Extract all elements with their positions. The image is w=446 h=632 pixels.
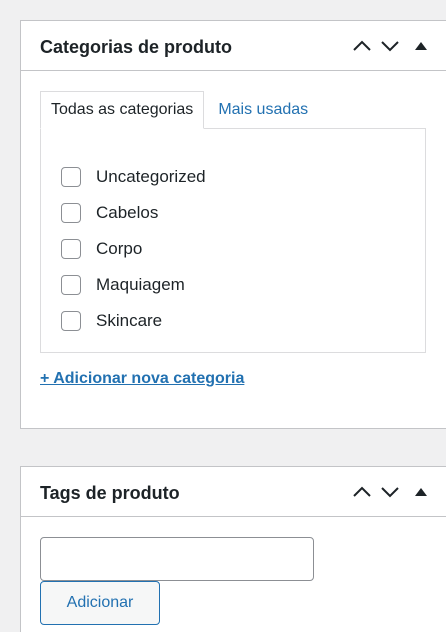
triangle-up-icon[interactable] [410, 481, 432, 503]
panel-header: Categorias de produto [21, 21, 446, 71]
category-checklist: Uncategorized Cabelos Corpo Maquiagem Sk… [40, 128, 426, 353]
category-checkbox[interactable] [61, 239, 81, 259]
add-new-category-link[interactable]: + Adicionar nova categoria [40, 370, 244, 388]
list-item: Corpo [61, 231, 206, 267]
product-categories-panel: Categorias de produto Todas as categoria… [20, 20, 446, 429]
category-label[interactable]: Corpo [96, 239, 142, 259]
panel-title: Tags de produto [40, 483, 180, 503]
list-item: Uncategorized [61, 159, 206, 195]
tag-input[interactable] [40, 537, 314, 581]
chevron-down-icon[interactable] [376, 481, 404, 503]
category-label[interactable]: Uncategorized [96, 167, 206, 187]
panel-controls [348, 35, 432, 57]
chevron-down-icon[interactable] [376, 35, 404, 57]
panel-controls [348, 481, 432, 503]
tab-most-used[interactable]: Mais usadas [204, 91, 318, 129]
product-tags-panel: Tags de produto Adicionar [20, 466, 446, 632]
category-tabs: Todas as categorias Mais usadas [40, 91, 318, 129]
chevron-up-icon[interactable] [348, 35, 376, 57]
chevron-up-icon[interactable] [348, 481, 376, 503]
category-checkbox[interactable] [61, 275, 81, 295]
category-checkbox[interactable] [61, 311, 81, 331]
category-list: Uncategorized Cabelos Corpo Maquiagem Sk… [61, 159, 206, 339]
panel-title: Categorias de produto [40, 37, 233, 57]
list-item: Maquiagem [61, 267, 206, 303]
add-tag-button[interactable]: Adicionar [40, 581, 160, 625]
category-label[interactable]: Skincare [96, 311, 162, 331]
list-item: Skincare [61, 303, 206, 339]
triangle-up-icon[interactable] [410, 35, 432, 57]
panel-header: Tags de produto [21, 467, 446, 517]
category-label[interactable]: Cabelos [96, 203, 158, 223]
tab-all-categories[interactable]: Todas as categorias [40, 91, 205, 129]
category-label[interactable]: Maquiagem [96, 275, 185, 295]
category-checkbox[interactable] [61, 203, 81, 223]
list-item: Cabelos [61, 195, 206, 231]
category-checkbox[interactable] [61, 167, 81, 187]
